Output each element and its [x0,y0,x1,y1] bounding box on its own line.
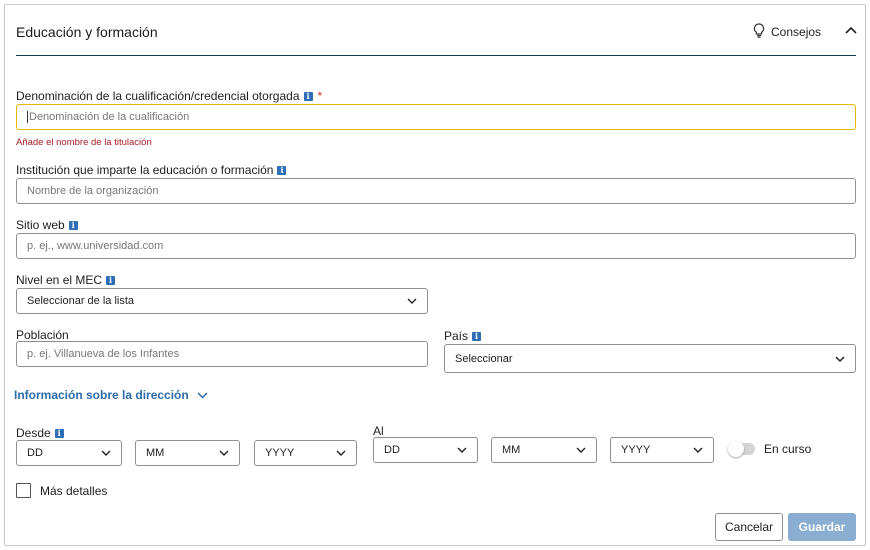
mec-level-label-text: Nivel en el MEC [16,273,103,287]
country-label: País i [444,329,482,343]
to-day-value: DD [384,444,400,456]
website-label-text: Sitio web [16,218,65,232]
section-title: Educación y formación [16,24,158,40]
country-select[interactable]: Seleccionar [444,344,856,373]
from-day-select[interactable]: DD [16,440,122,466]
chevron-down-icon [101,450,111,456]
city-label: Población [16,328,69,342]
more-details-group: Más detalles [16,483,107,498]
tips-label: Consejos [771,25,822,39]
ongoing-toggle-group: En curso [728,441,812,457]
from-label-text: Desde [16,426,51,440]
chevron-down-icon [576,447,586,453]
from-label: Desde i [16,426,64,440]
to-label-text: Al [373,424,384,438]
info-icon[interactable]: i [68,220,78,230]
ongoing-label: En curso [764,442,812,456]
collapse-button[interactable] [843,22,859,38]
qualification-label-text: Denominación de la cualificación/credenc… [16,89,300,103]
more-details-checkbox[interactable] [16,483,31,498]
from-day-value: DD [27,447,43,459]
more-details-label: Más detalles [40,483,108,498]
to-month-value: MM [502,444,521,456]
info-icon[interactable]: i [54,428,64,438]
toggle-knob [728,441,744,457]
institution-label-text: Institución que imparte la educación o f… [16,163,274,177]
save-button[interactable]: Guardar [788,513,856,541]
chevron-down-icon [197,391,208,399]
chevron-down-icon [457,447,467,453]
mec-level-label: Nivel en el MEC i [16,273,116,287]
cancel-button[interactable]: Cancelar [715,513,783,541]
ongoing-toggle[interactable] [728,441,755,457]
chevron-up-icon [845,26,857,34]
institution-placeholder: Nombre de la organización [27,185,159,197]
city-label-text: Población [16,328,69,342]
to-month-select[interactable]: MM [491,437,597,463]
to-label: Al [373,424,384,438]
to-year-value: YYYY [621,444,651,456]
website-placeholder: p. ej., www.universidad.com [27,240,164,252]
to-year-select[interactable]: YYYY [610,437,714,463]
from-month-value: MM [146,447,165,459]
info-icon[interactable]: i [303,91,313,101]
education-panel: Educación y formación Consejos Denominac… [4,4,866,546]
tips-button[interactable]: Consejos [753,23,821,41]
text-caret [27,111,28,123]
qualification-input[interactable]: Denominación de la cualificación [16,104,856,130]
qualification-placeholder: Denominación de la cualificación [29,111,190,123]
header-divider [16,55,856,56]
mec-level-select[interactable]: Seleccionar de la lista [16,288,428,314]
institution-input[interactable]: Nombre de la organización [16,178,856,204]
required-asterisk: * [317,89,323,103]
qualification-error: Añade el nombre de la titulación [16,137,152,148]
country-label-text: País [444,329,469,343]
info-icon[interactable]: i [106,275,116,285]
address-info-label: Información sobre la dirección [14,388,189,402]
info-icon[interactable]: i [277,165,287,175]
from-month-select[interactable]: MM [135,440,240,466]
city-placeholder: p. ej. Villanueva de los Infantes [27,348,180,360]
from-year-select[interactable]: YYYY [254,440,357,466]
website-label: Sitio web i [16,218,78,232]
chevron-down-icon [693,447,703,453]
info-icon[interactable]: i [472,331,482,341]
chevron-down-icon [336,450,346,456]
from-year-value: YYYY [265,447,295,459]
institution-label: Institución que imparte la educación o f… [16,163,287,177]
chevron-down-icon [835,356,845,362]
chevron-down-icon [219,450,229,456]
city-input[interactable]: p. ej. Villanueva de los Infantes [16,341,428,367]
website-input[interactable]: p. ej., www.universidad.com [16,233,856,259]
lightbulb-icon [753,23,765,41]
address-info-toggle[interactable]: Información sobre la dirección [14,388,208,402]
to-day-select[interactable]: DD [373,437,478,463]
chevron-down-icon [407,298,417,304]
country-value: Seleccionar [455,352,513,365]
qualification-label: Denominación de la cualificación/credenc… [16,89,322,103]
mec-level-value: Seleccionar de la lista [27,295,135,307]
